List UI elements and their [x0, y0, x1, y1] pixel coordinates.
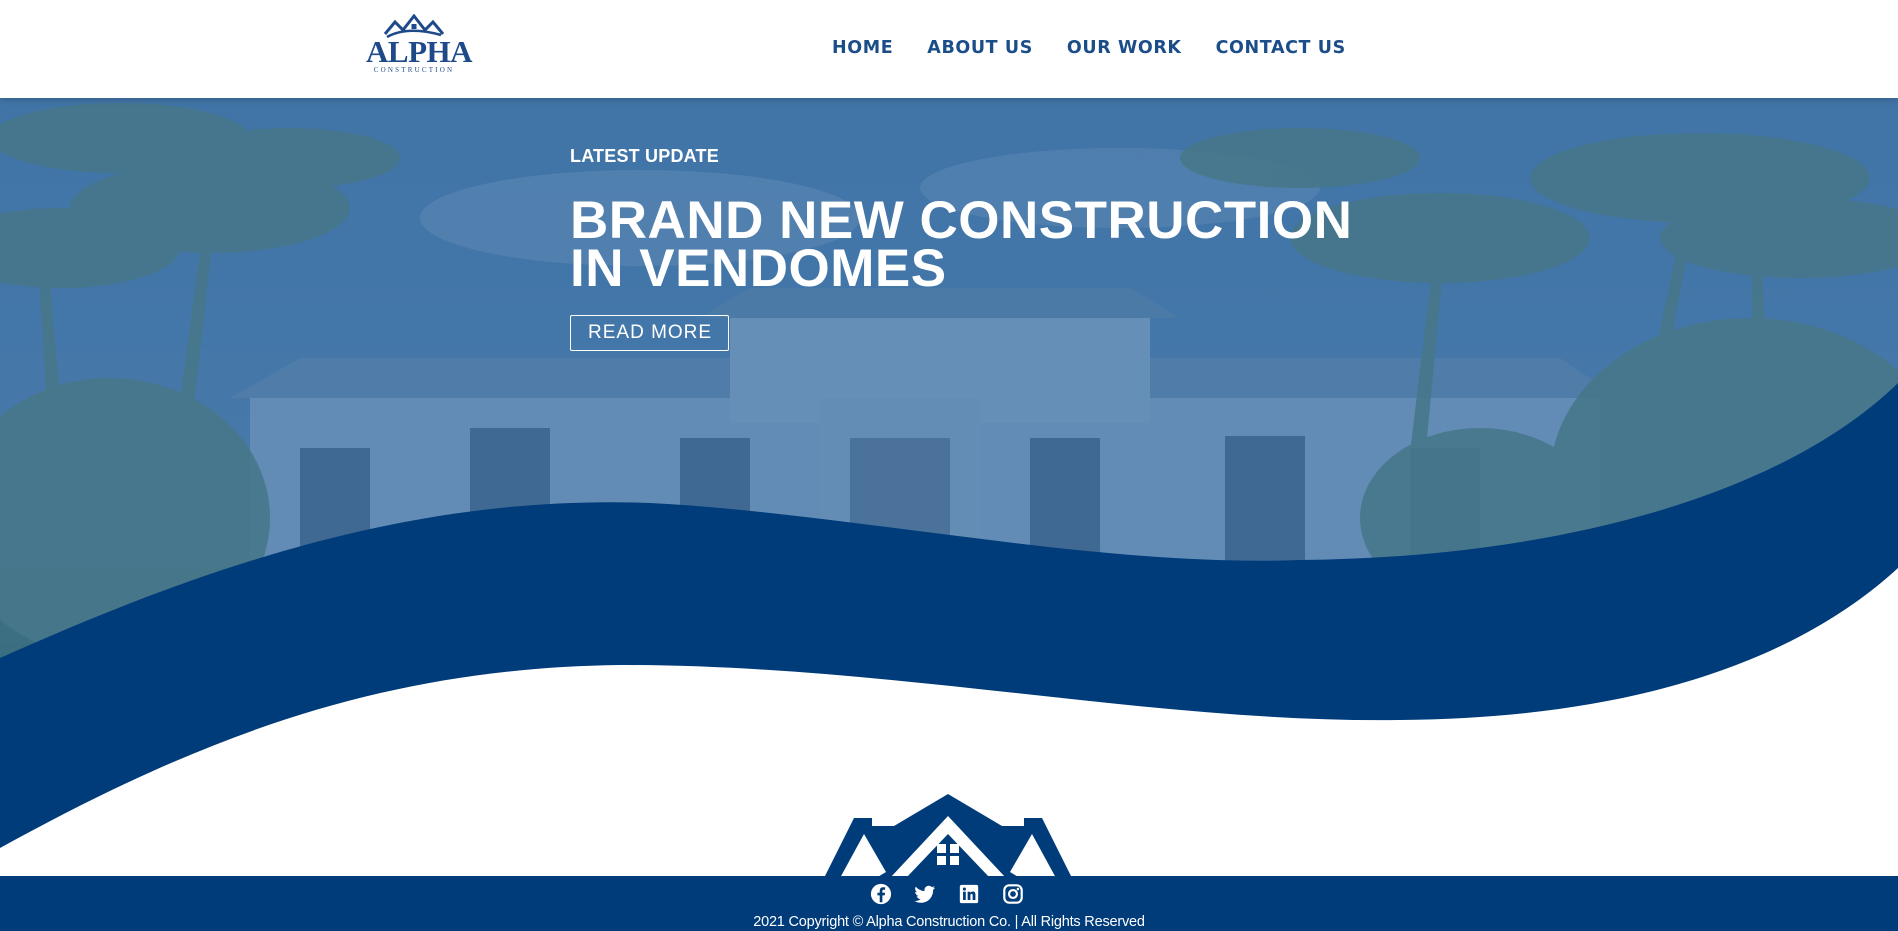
- social-links: [870, 883, 1024, 905]
- hero-eyebrow: LATEST UPDATE: [570, 146, 719, 166]
- twitter-icon[interactable]: [914, 883, 936, 905]
- nav-our-work[interactable]: OUR WORK: [1067, 38, 1182, 58]
- linkedin-icon[interactable]: [958, 883, 980, 905]
- footer-roof-logo-icon: [824, 794, 1072, 878]
- nav-contact-us[interactable]: CONTACT US: [1216, 38, 1346, 58]
- nav-home[interactable]: HOME: [832, 38, 893, 58]
- nav-about-us[interactable]: ABOUT US: [927, 38, 1033, 58]
- site-header: ALPHA CONSTRUCTION HOME ABOUT US OUR WOR…: [0, 0, 1898, 98]
- copyright-text: 2021 Copyright © Alpha Construction Co. …: [753, 914, 1145, 930]
- hero-title-line-1: BRAND NEW CONSTRUCTION: [570, 191, 1353, 250]
- main-nav: HOME ABOUT US OUR WORK CONTACT US: [832, 38, 1346, 58]
- brand-logo[interactable]: ALPHA CONSTRUCTION: [366, 14, 473, 80]
- site-footer: 2021 Copyright © Alpha Construction Co. …: [0, 876, 1898, 931]
- brand-name: ALPHA: [366, 34, 473, 69]
- hero-title-line-2: IN VENDOMES: [570, 239, 947, 298]
- instagram-icon[interactable]: [1002, 883, 1024, 905]
- facebook-icon[interactable]: [870, 883, 892, 905]
- read-more-button[interactable]: READ MORE: [570, 315, 730, 351]
- hero-content: LATEST UPDATE BRAND NEW CONSTRUCTION IN …: [570, 146, 1352, 351]
- hero-title: BRAND NEW CONSTRUCTION IN VENDOMES: [570, 191, 1353, 298]
- hero-section: LATEST UPDATE BRAND NEW CONSTRUCTION IN …: [0, 98, 1898, 878]
- page: LATEST UPDATE BRAND NEW CONSTRUCTION IN …: [0, 0, 1898, 931]
- brand-tagline: CONSTRUCTION: [373, 66, 455, 74]
